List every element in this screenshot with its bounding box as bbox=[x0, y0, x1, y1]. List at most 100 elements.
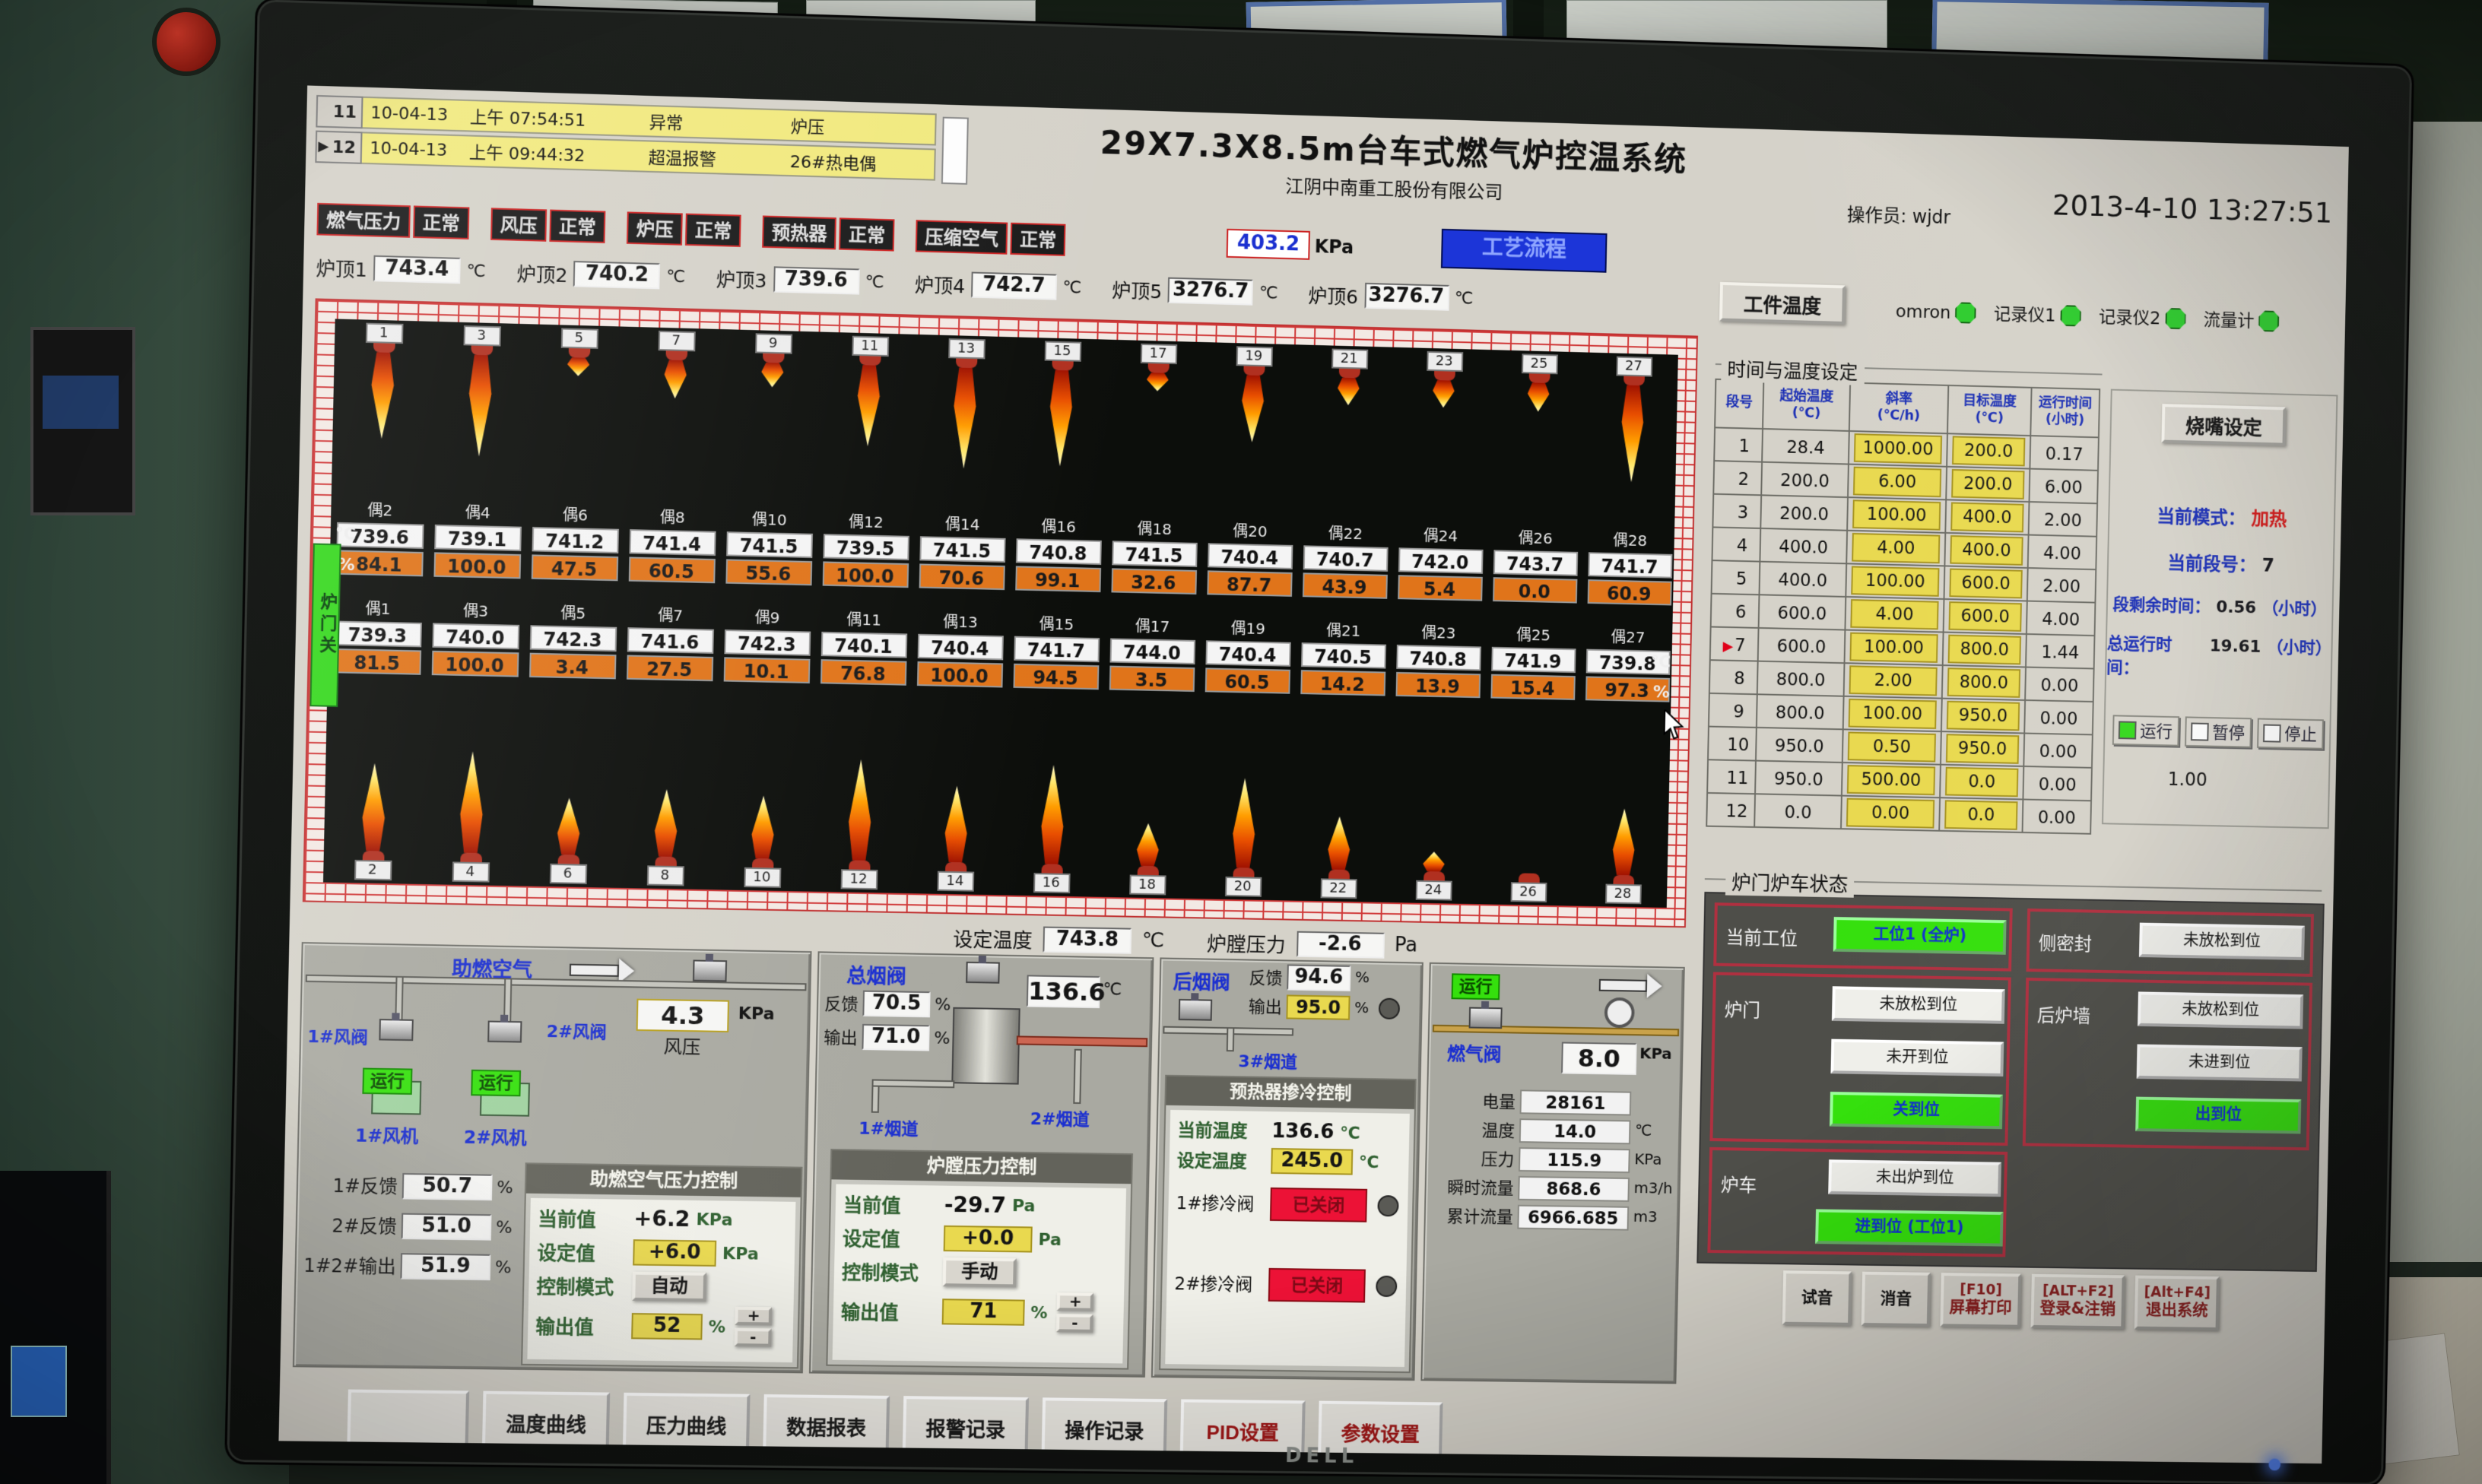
pause-checkbox[interactable]: 暂停 bbox=[2184, 716, 2251, 747]
slope-cell: 1000.00 bbox=[1849, 431, 1947, 467]
burner-number: 17 bbox=[1140, 344, 1177, 364]
thermocouple: 偶3 740.0 100.0 bbox=[426, 601, 525, 677]
knob-icon[interactable] bbox=[1376, 1276, 1397, 1297]
rear-wall-box: 后炉墙 未放松到位 未进到位 出到位 bbox=[2023, 978, 2312, 1150]
target-input[interactable]: 400.0 bbox=[1950, 535, 2023, 566]
target-input[interactable]: 0.0 bbox=[1944, 800, 2017, 830]
fan2-run-badge: 运行 bbox=[471, 1070, 521, 1096]
furnace-top-item: 炉顶4 742.7 ℃ bbox=[914, 268, 1081, 302]
burner-settings-button[interactable]: 烧嘴设定 bbox=[2161, 404, 2286, 446]
program-row: ▶12 0.0 0.00 0.0 0.00 bbox=[1706, 793, 2091, 834]
datetime: 2013-4-10 13:27:51 bbox=[2052, 189, 2333, 230]
hmi-ui: 11 10-04-13 上午 07:54:51 异常 炉压 ▶12 bbox=[278, 85, 2348, 1463]
slope-input[interactable]: 100.00 bbox=[1849, 633, 1938, 663]
slope-input[interactable]: 0.00 bbox=[1846, 798, 1934, 829]
thermocouple-output: 15.4 bbox=[1490, 674, 1574, 700]
toolbar-button[interactable]: 压力曲线 bbox=[623, 1393, 751, 1456]
start-temp: 600.0 bbox=[1759, 595, 1846, 629]
pipe bbox=[871, 1079, 954, 1088]
target-input[interactable]: 200.0 bbox=[1952, 436, 2025, 466]
set-temp-value: 743.8 bbox=[1043, 927, 1132, 954]
run-time: 0.00 bbox=[2023, 733, 2093, 767]
slope-input[interactable]: 100.00 bbox=[1852, 499, 1941, 530]
burner-tip-icon bbox=[470, 346, 492, 356]
decrease-button[interactable]: - bbox=[1056, 1314, 1093, 1333]
alarm-target: 26#热电偶 bbox=[790, 148, 935, 177]
slope-input[interactable]: 1000.00 bbox=[1854, 433, 1942, 465]
system-button[interactable]: 试音 bbox=[1782, 1270, 1852, 1326]
segment-number: ▶10 bbox=[1708, 727, 1757, 761]
status-badge: 炉压 正常 bbox=[627, 211, 741, 247]
segment-number: ▶1 bbox=[1714, 427, 1763, 461]
toolbar-button[interactable]: 操作记录 bbox=[1041, 1397, 1167, 1460]
mode-button[interactable]: 手动 bbox=[943, 1257, 1017, 1287]
toolbar-button[interactable]: 温度曲线 bbox=[482, 1391, 610, 1454]
run-time: 4.00 bbox=[2027, 601, 2096, 636]
burner-settings-box: 烧嘴设定 当前模式：加热 当前段号：7 段剩余时间：0.56（小时） 总运行时间… bbox=[2102, 389, 2338, 829]
slope-input[interactable]: 0.50 bbox=[1848, 731, 1936, 762]
slope-input[interactable]: 2.00 bbox=[1849, 665, 1938, 696]
system-button[interactable]: [Alt+F4] 退出系统 bbox=[2134, 1276, 2220, 1331]
knob-icon[interactable] bbox=[1378, 998, 1399, 1019]
target-input[interactable]: 400.0 bbox=[1950, 502, 2023, 532]
run-state-checkboxes: 运行 暂停 停止 bbox=[2105, 715, 2330, 750]
output-input[interactable]: 52 bbox=[631, 1312, 703, 1339]
control-title: 助燃空气压力控制 bbox=[526, 1164, 801, 1197]
burner: 28 bbox=[1576, 775, 1673, 905]
stop-checkbox[interactable]: 停止 bbox=[2256, 718, 2323, 749]
unit-percent: % bbox=[1653, 682, 1670, 702]
segment-number: ▶8 bbox=[1709, 660, 1758, 694]
flame-icon bbox=[1144, 373, 1171, 392]
emergency-button[interactable] bbox=[152, 8, 221, 76]
process-flow-button[interactable]: 工艺流程 bbox=[1441, 229, 1608, 273]
alarm-time: 上午 09:44:32 bbox=[469, 139, 649, 169]
burner-number: 3 bbox=[462, 325, 500, 347]
toolbar-button[interactable]: 数据报表 bbox=[763, 1394, 890, 1457]
thermocouple-temp: 739.1 bbox=[433, 525, 521, 551]
thermocouple-temp: 741.7 bbox=[1587, 552, 1671, 578]
output-input[interactable]: 71 bbox=[942, 1298, 1025, 1325]
slope-input[interactable]: 4.00 bbox=[1852, 533, 1940, 563]
increase-button[interactable]: + bbox=[1057, 1292, 1094, 1311]
current-mode: 当前模式：加热 bbox=[2109, 502, 2334, 533]
slope-input[interactable]: 6.00 bbox=[1853, 467, 1941, 498]
knob-icon[interactable] bbox=[1377, 1195, 1398, 1216]
system-button[interactable]: [ALT+F2] 登录&注销 bbox=[2030, 1274, 2125, 1330]
system-button[interactable]: 消音 bbox=[1862, 1272, 1931, 1327]
setpoint-input[interactable]: 245.0 bbox=[1271, 1148, 1353, 1175]
workpiece-temp-button[interactable]: 工件温度 bbox=[1719, 282, 1846, 325]
mode-button[interactable]: 自动 bbox=[632, 1272, 706, 1302]
flame-icon bbox=[1430, 380, 1457, 408]
target-input[interactable]: 200.0 bbox=[1951, 469, 2024, 499]
target-input[interactable]: 0.0 bbox=[1945, 767, 2018, 797]
alarm-list[interactable]: 11 10-04-13 上午 07:54:51 异常 炉压 ▶12 bbox=[315, 95, 937, 184]
setpoint-input[interactable]: +0.0 bbox=[944, 1226, 1033, 1253]
target-input[interactable]: 800.0 bbox=[1947, 667, 2020, 698]
thermocouple-label: 偶24 bbox=[1393, 526, 1488, 548]
target-input[interactable]: 600.0 bbox=[1949, 569, 2022, 599]
target-input[interactable]: 950.0 bbox=[1947, 701, 2020, 731]
setpoint-input[interactable]: +6.0 bbox=[633, 1239, 716, 1267]
burner: 22 bbox=[1290, 769, 1389, 899]
target-input[interactable]: 800.0 bbox=[1948, 635, 2021, 665]
furnace-top-value: 743.4 bbox=[373, 255, 461, 284]
target-cell: 800.0 bbox=[1943, 633, 2027, 667]
burner: 7 bbox=[625, 330, 725, 463]
decrease-button[interactable]: - bbox=[735, 1328, 772, 1347]
increase-button[interactable]: + bbox=[735, 1307, 772, 1326]
target-input[interactable]: 600.0 bbox=[1948, 601, 2021, 632]
toolbar-button[interactable]: 报警记录 bbox=[903, 1396, 1029, 1458]
slope-input[interactable]: 100.00 bbox=[1851, 566, 1939, 596]
slope-input[interactable]: 4.00 bbox=[1850, 599, 1938, 629]
slope-input[interactable]: 500.00 bbox=[1847, 765, 1935, 795]
thermocouple-label: 偶14 bbox=[914, 515, 1011, 537]
target-input[interactable]: 950.0 bbox=[1946, 734, 2019, 764]
system-button[interactable]: [F10] 屏幕打印 bbox=[1940, 1273, 2021, 1328]
slope-input[interactable]: 100.00 bbox=[1849, 699, 1937, 729]
status-badge-value: 正常 bbox=[685, 214, 741, 247]
run-checkbox[interactable]: 运行 bbox=[2112, 715, 2179, 746]
partial-button[interactable] bbox=[347, 1390, 469, 1453]
target-cell: 600.0 bbox=[1944, 566, 2027, 601]
thermocouple-temp: 741.6 bbox=[627, 627, 713, 654]
secondary-monitor bbox=[0, 1171, 111, 1484]
